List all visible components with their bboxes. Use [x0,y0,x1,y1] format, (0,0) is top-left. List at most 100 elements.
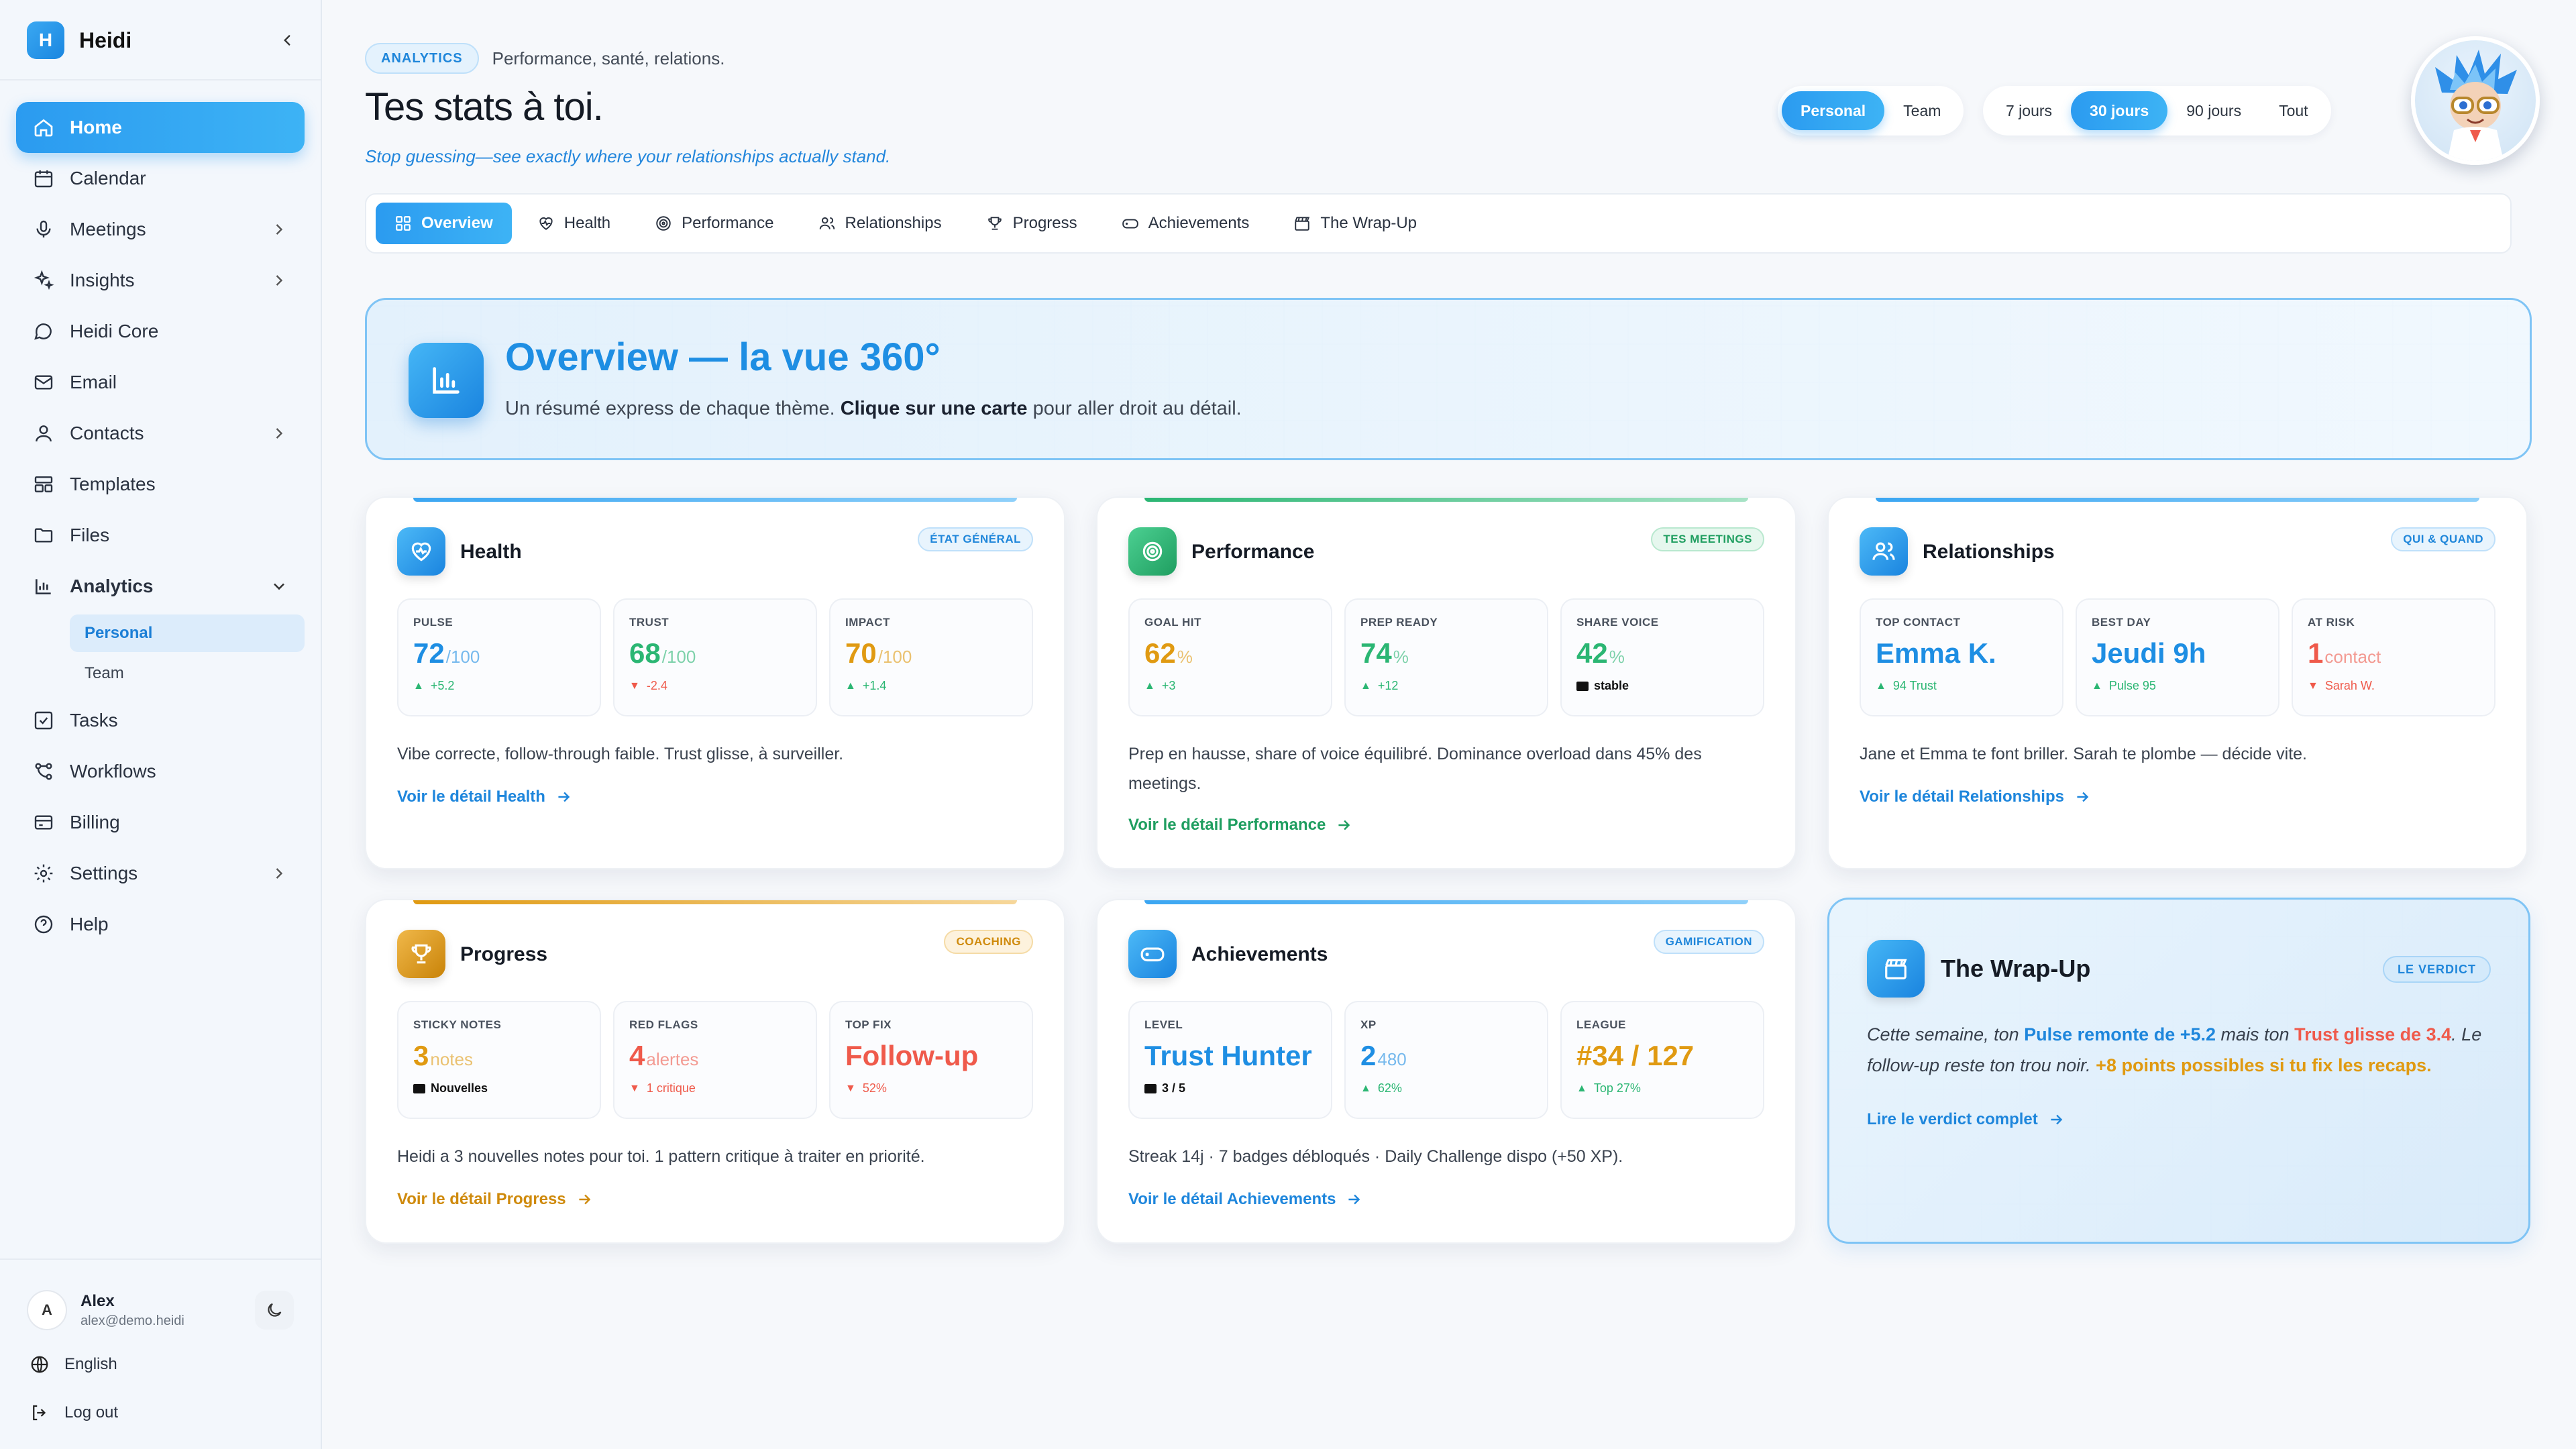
link-label: Voir le détail Health [397,788,545,806]
card-description: Heidi a 3 nouvelles notes pour toi. 1 pa… [397,1147,925,1166]
card-tag: LE VERDICT [2382,956,2491,983]
tab-relationships[interactable]: Relationships [800,203,961,244]
trend-up-icon: ▲ [1360,1082,1371,1094]
sidebar-footer: A Alex alex@demo.heidi English Log out [0,1258,321,1449]
collapse-sidebar-button[interactable] [274,27,301,54]
sidebar-item-help[interactable]: Help [16,899,305,950]
wrap-up-verdict-link[interactable]: Lire le verdict complet [1867,1110,2065,1129]
card-accent-bar [1144,900,1748,904]
theme-toggle-button[interactable] [255,1291,294,1330]
progress-detail-link[interactable]: Voir le détail Progress [397,1190,593,1209]
metric-label: TOP CONTACT [1876,616,1961,629]
sidebar-item-analytics[interactable]: Analytics [16,561,305,612]
delta-text: Nouvelles [431,1081,488,1095]
delta-text: 3 / 5 [1162,1081,1186,1095]
metrics-row: STICKY NOTES 3 notes Nouvelles RED FLAGS… [397,1001,1033,1119]
stable-icon [1576,681,1589,691]
sidebar-item-home[interactable]: Home [16,102,305,153]
hero-sub-text-end: pour aller droit au détail. [1027,398,1242,419]
relationships-card[interactable]: Relationships QUI & QUAND TOP CONTACT Em… [1827,496,2528,869]
achievements-card[interactable]: Achievements GAMIFICATION LEVEL Trust Hu… [1096,899,1796,1244]
brand-name: Heidi [79,28,132,52]
user-email: alex@demo.heidi [80,1313,184,1328]
tab-overview[interactable]: Overview [376,203,512,244]
period-90-days-button[interactable]: 90 jours [2167,91,2260,130]
mascot-avatar[interactable] [2411,36,2540,165]
tab-label: Achievements [1148,214,1250,232]
language-selector[interactable]: English [30,1351,117,1378]
metric-unit: contact [2324,647,2381,667]
sidebar-item-heidi-core[interactable]: Heidi Core [16,306,305,357]
logout-button[interactable]: Log out [30,1399,118,1426]
sidebar-item-contacts[interactable]: Contacts [16,408,305,459]
relationships-detail-link[interactable]: Voir le détail Relationships [1860,788,2091,806]
sidebar-subitem-personal[interactable]: Personal [70,614,305,652]
progress-card[interactable]: Progress COACHING STICKY NOTES 3 notes N… [365,899,1065,1244]
performance-card[interactable]: Performance TES MEETINGS GOAL HIT 62% ▲ +… [1096,496,1796,869]
metric-value: 74% [1360,637,1532,669]
sidebar-item-meetings[interactable]: Meetings [16,204,305,255]
sidebar-item-tasks[interactable]: Tasks [16,695,305,746]
delta-text: 52% [862,1081,887,1095]
user-icon [32,422,55,445]
metric-value: 68/100 [629,637,801,669]
achievements-detail-link[interactable]: Voir le détail Achievements [1128,1190,1362,1209]
sidebar-item-settings[interactable]: Settings [16,848,305,899]
gamepad-icon [1128,930,1177,978]
metric-delta: 3 / 5 [1144,1081,1316,1095]
metric-number: 4 [629,1040,645,1071]
metrics-row: PULSE 72/100 ▲ +5.2 TRUST 68/100 ▼ -2.4 IM… [397,598,1033,716]
sidebar-item-email[interactable]: Email [16,357,305,408]
metric-number: 42 [1576,637,1608,669]
sidebar-item-label: Billing [70,812,120,833]
user-profile[interactable]: A Alex alex@demo.heidi [27,1287,294,1334]
period-30-days-button[interactable]: 30 jours [2071,91,2168,130]
metrics-row: LEVEL Trust Hunter 3 / 5 XP 2 480 ▲ 62% L… [1128,1001,1764,1119]
tab-health[interactable]: Health [519,203,629,244]
metric-number: 74 [1360,637,1392,669]
grid-icon [396,216,411,231]
sidebar-item-calendar[interactable]: Calendar [16,153,305,204]
arrow-right-icon [2077,792,2089,802]
metric-delta: ▲ Top 27% [1576,1081,1748,1095]
sidebar-item-label: Insights [70,270,135,290]
sidebar-item-label: Email [70,372,117,392]
scope-team-button[interactable]: Team [1884,91,1960,130]
target-icon [656,216,671,231]
sidebar-item-billing[interactable]: Billing [16,797,305,848]
sidebar-item-templates[interactable]: Templates [16,459,305,510]
health-detail-link[interactable]: Voir le détail Health [397,788,572,806]
period-all-button[interactable]: Tout [2260,91,2326,130]
sidebar-item-insights[interactable]: Insights [16,255,305,306]
metric-delta: ▼ -2.4 [629,679,801,693]
metric-delta: ▲ 62% [1360,1081,1532,1095]
trend-up-icon: ▲ [1576,1082,1587,1094]
performance-detail-link[interactable]: Voir le détail Performance [1128,816,1352,835]
tab-label: Progress [1012,214,1077,232]
tab-progress[interactable]: Progress [967,203,1096,244]
metric-delta: ▲ +5.2 [413,679,585,693]
sidebar-item-files[interactable]: Files [16,510,305,561]
health-card[interactable]: Health ÉTAT GÉNÉRAL PULSE 72/100 ▲ +5.2 T… [365,496,1065,869]
chat-bubble-icon [32,320,55,343]
metric-delta: ▲ +12 [1360,679,1532,693]
period-7-days-button[interactable]: 7 jours [1987,91,2071,130]
scope-personal-button[interactable]: Personal [1782,91,1885,130]
tab-achievements[interactable]: Achievements [1103,203,1269,244]
tab-performance[interactable]: Performance [636,203,792,244]
brand-logo[interactable]: H [27,21,64,59]
tab-wrap-up[interactable]: The Wrap-Up [1275,203,1436,244]
trend-up-icon: ▲ [413,680,424,692]
card-accent-bar [1144,498,1748,502]
moon-icon [268,1303,282,1317]
metric-value: Trust Hunter [1144,1040,1316,1072]
sidebar-subitem-team[interactable]: Team [70,655,305,692]
card-description: Streak 14j · 7 badges débloqués · Daily … [1128,1147,1623,1166]
sidebar-item-workflows[interactable]: Workflows [16,746,305,797]
wrap-up-card[interactable]: The Wrap-Up LE VERDICT Cette semaine, to… [1827,898,2530,1244]
mail-icon [32,371,55,394]
delta-text: +3 [1161,679,1176,692]
section-badge: ANALYTICS [365,43,479,74]
trend-down-icon: ▼ [2308,680,2318,692]
link-label: Voir le détail Performance [1128,816,1326,834]
